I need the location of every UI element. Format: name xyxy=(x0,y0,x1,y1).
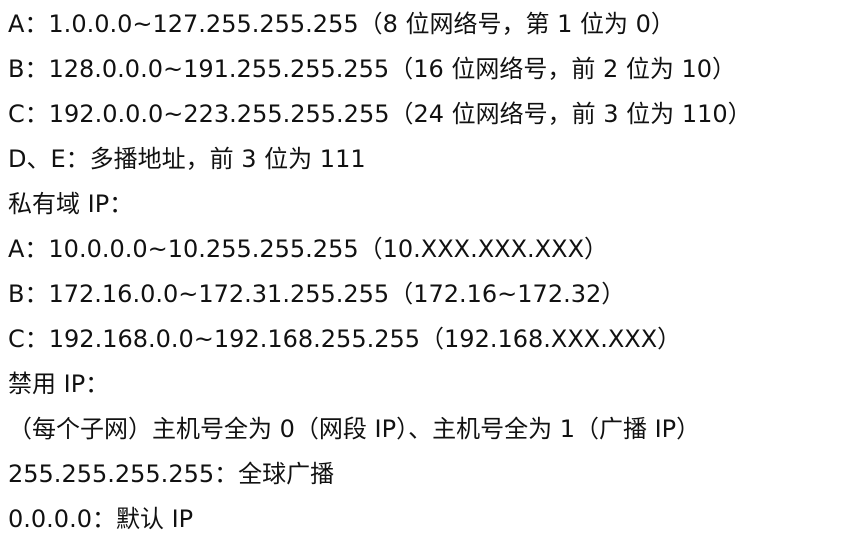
class-b-range-line: B：128.0.0.0~191.255.255.255（16 位网络号，前 2 … xyxy=(8,55,737,83)
global-broadcast-line: 255.255.255.255：全球广播 xyxy=(8,460,335,488)
class-a-range-line: A：1.0.0.0~127.255.255.255（8 位网络号，第 1 位为 … xyxy=(8,10,675,38)
private-ip-heading: 私有域 IP： xyxy=(8,190,134,218)
disabled-ip-heading: 禁用 IP： xyxy=(8,370,110,398)
class-d-e-line: D、E：多播地址，前 3 位为 111 xyxy=(8,145,366,173)
disabled-ip-rule-line: （每个子网）主机号全为 0（网段 IP）、主机号全为 1（广播 IP） xyxy=(8,415,701,443)
default-ip-line: 0.0.0.0：默认 IP xyxy=(8,505,194,533)
private-a-range-line: A：10.0.0.0~10.255.255.255（10.XXX.XXX.XXX… xyxy=(8,235,609,263)
document-body: A：1.0.0.0~127.255.255.255（8 位网络号，第 1 位为 … xyxy=(0,0,853,542)
private-b-range-line: B：172.16.0.0~172.31.255.255（172.16~172.3… xyxy=(8,280,626,308)
private-c-range-line: C：192.168.0.0~192.168.255.255（192.168.XX… xyxy=(8,325,682,353)
class-c-range-line: C：192.0.0.0~223.255.255.255（24 位网络号，前 3 … xyxy=(8,100,752,128)
